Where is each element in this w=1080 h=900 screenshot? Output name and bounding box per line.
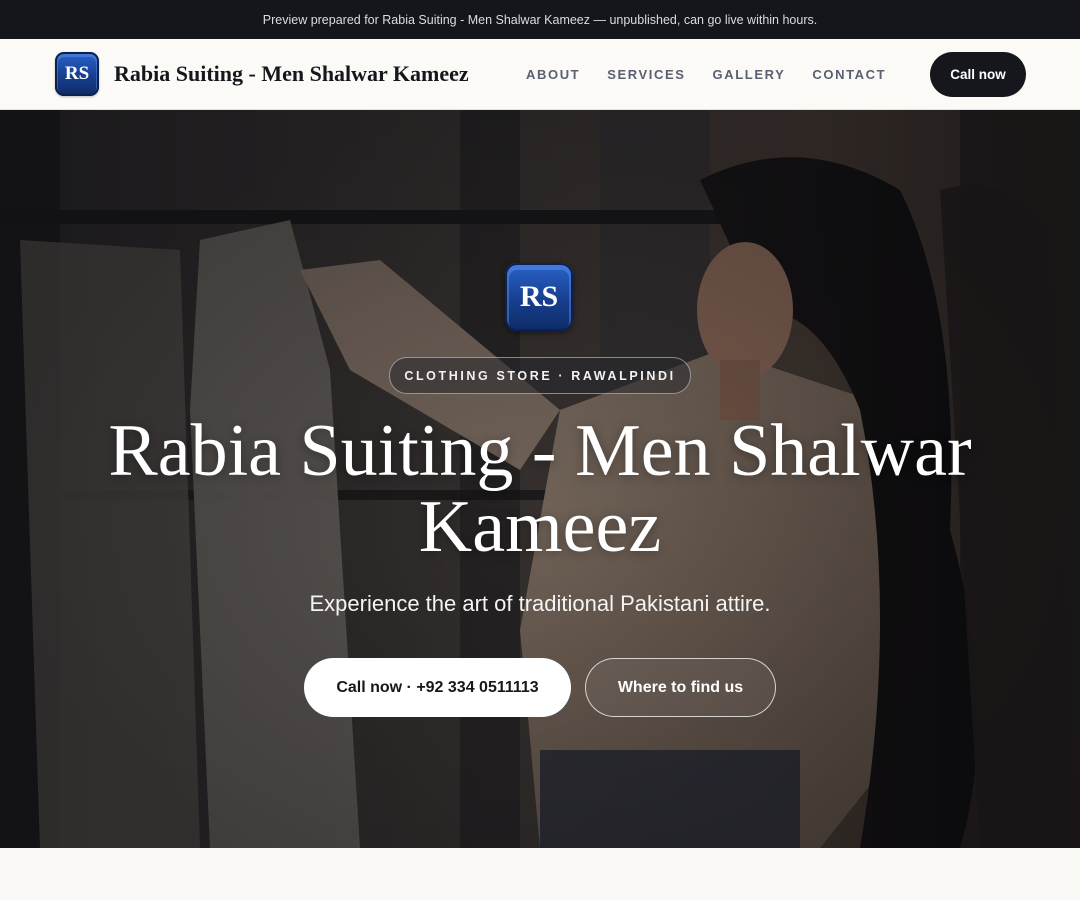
nav-link-services[interactable]: SERVICES xyxy=(607,67,685,82)
preview-banner-text: Preview prepared for Rabia Suiting - Men… xyxy=(262,12,818,27)
nav-links: ABOUT SERVICES GALLERY CONTACT xyxy=(526,39,886,109)
hero-section: RS CLOTHING STORE · RAWALPINDI Rabia Sui… xyxy=(0,110,1080,848)
hero-logo: RS xyxy=(505,263,573,331)
call-now-phone-button[interactable]: Call now · +92 334 0511113 xyxy=(304,658,571,717)
hero-logo-text: RS xyxy=(519,280,559,313)
nav-link-contact[interactable]: CONTACT xyxy=(812,67,886,82)
nav-link-gallery[interactable]: GALLERY xyxy=(713,67,786,82)
nav-link-about[interactable]: ABOUT xyxy=(526,67,580,82)
nav-call-now-button[interactable]: Call now xyxy=(930,52,1026,97)
preview-banner: Preview prepared for Rabia Suiting - Men… xyxy=(0,0,1080,39)
category-badge: CLOTHING STORE · RAWALPINDI xyxy=(389,357,691,394)
where-to-find-us-button[interactable]: Where to find us xyxy=(585,658,776,717)
brand-logo-text: RS xyxy=(64,63,90,84)
hero-subtitle: Experience the art of traditional Pakist… xyxy=(309,591,771,616)
brand-name[interactable]: Rabia Suiting - Men Shalwar Kameez xyxy=(114,39,469,109)
hero-title: Rabia Suiting - Men Shalwar Kameez xyxy=(108,410,972,568)
brand-logo[interactable]: RS xyxy=(55,52,99,96)
top-nav: RS Rabia Suiting - Men Shalwar Kameez AB… xyxy=(0,39,1080,110)
next-section xyxy=(0,848,1080,900)
